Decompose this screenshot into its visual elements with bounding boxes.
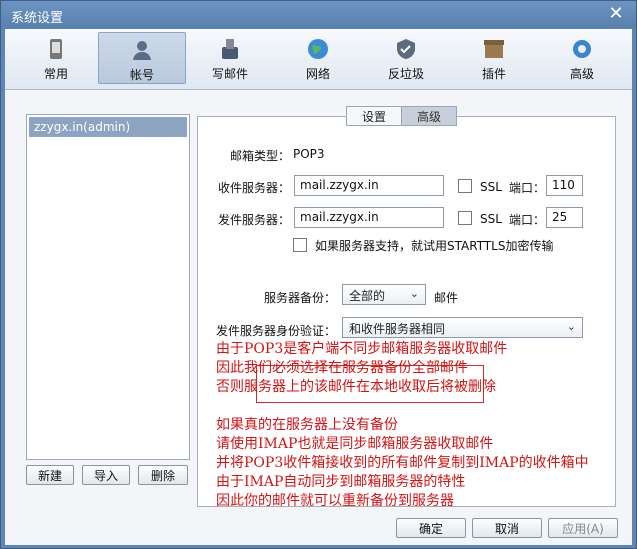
- account-item[interactable]: zzygx.in(admin): [29, 117, 187, 137]
- gear-icon: [573, 40, 591, 58]
- ssl-label: SSL: [480, 212, 502, 226]
- incoming-ssl-checkbox[interactable]: [458, 179, 472, 193]
- mail-type-value: POP3: [293, 147, 325, 161]
- backup-label: 服务器备份：: [264, 291, 337, 305]
- title-bar: 系统设置 ✕: [1, 1, 636, 29]
- toolbar-item-antispam[interactable]: 反垃圾: [362, 32, 450, 84]
- box-icon: [484, 40, 504, 58]
- auth-label: 发件服务器身份验证：: [216, 324, 337, 338]
- tab-advanced[interactable]: 高级: [401, 106, 457, 126]
- compose-icon: [222, 39, 238, 59]
- incoming-port-input[interactable]: 110: [546, 175, 583, 196]
- toolbar-item-account[interactable]: 帐号: [98, 32, 186, 84]
- settings-window: 系统设置 ✕ 常用 帐号 写邮件 网络 反垃圾 插件 高级 zzygx.in(a…: [0, 0, 637, 549]
- user-icon: [133, 41, 151, 60]
- auth-select-value: 和收件服务器相同: [349, 322, 446, 336]
- backup-suffix: 邮件: [434, 291, 459, 305]
- auth-select[interactable]: 和收件服务器相同 ⌄: [342, 317, 583, 338]
- incoming-server-label: 收件服务器：: [218, 181, 291, 195]
- annotation-note: 由于POP3是客户端不同步邮箱服务器收取邮件 因此我们必须选择在服务器备份全部邮…: [216, 341, 589, 509]
- mail-type-label: 邮箱类型：: [230, 149, 291, 163]
- port-label: 端口：: [509, 213, 546, 227]
- incoming-server-input[interactable]: mail.zzygx.in: [294, 175, 444, 196]
- backup-select-value: 全部的: [349, 289, 386, 303]
- chevron-down-icon: ⌄: [566, 320, 576, 333]
- toolbar-label: 插件: [481, 67, 506, 81]
- ssl-label: SSL: [480, 180, 502, 194]
- toolbar-label: 高级: [569, 67, 594, 81]
- cancel-button[interactable]: 取消: [472, 518, 542, 538]
- chevron-down-icon: ⌄: [409, 287, 419, 300]
- toolbar-item-plugins[interactable]: 插件: [450, 32, 538, 84]
- toolbar-label: 写邮件: [211, 67, 248, 81]
- outgoing-ssl-checkbox[interactable]: [458, 211, 472, 225]
- close-icon[interactable]: ✕: [606, 4, 626, 24]
- window-title: 系统设置: [11, 11, 64, 26]
- category-toolbar: 常用 帐号 写邮件 网络 反垃圾 插件 高级: [5, 29, 632, 90]
- phone-icon: [50, 39, 62, 59]
- toolbar-item-advanced[interactable]: 高级: [538, 32, 626, 84]
- import-button[interactable]: 导入: [82, 465, 130, 485]
- account-list[interactable]: zzygx.in(admin): [26, 114, 190, 460]
- delete-account-button[interactable]: 删除: [138, 465, 188, 485]
- port-label: 端口：: [509, 181, 546, 195]
- shield-icon: [397, 39, 415, 59]
- starttls-label: 如果服务器支持，就试用STARTTLS加密传输: [315, 239, 554, 253]
- new-account-button[interactable]: 新建: [26, 465, 74, 485]
- ok-button[interactable]: 确定: [396, 518, 466, 538]
- toolbar-item-general[interactable]: 常用: [12, 32, 100, 84]
- toolbar-label: 反垃圾: [387, 67, 424, 81]
- globe-icon: [308, 39, 328, 59]
- toolbar-label: 帐号: [129, 68, 154, 82]
- tab-settings[interactable]: 设置: [346, 106, 402, 126]
- toolbar-label: 常用: [43, 67, 68, 81]
- toolbar-item-network[interactable]: 网络: [274, 32, 362, 84]
- outgoing-server-label: 发件服务器：: [218, 213, 291, 227]
- starttls-checkbox[interactable]: [293, 238, 307, 252]
- apply-button[interactable]: 应用(A): [548, 518, 618, 538]
- toolbar-label: 网络: [305, 67, 330, 81]
- toolbar-item-compose[interactable]: 写邮件: [186, 32, 274, 84]
- backup-select[interactable]: 全部的 ⌄: [342, 284, 426, 305]
- outgoing-server-input[interactable]: mail.zzygx.in: [294, 207, 444, 228]
- outgoing-port-input[interactable]: 25: [546, 207, 583, 228]
